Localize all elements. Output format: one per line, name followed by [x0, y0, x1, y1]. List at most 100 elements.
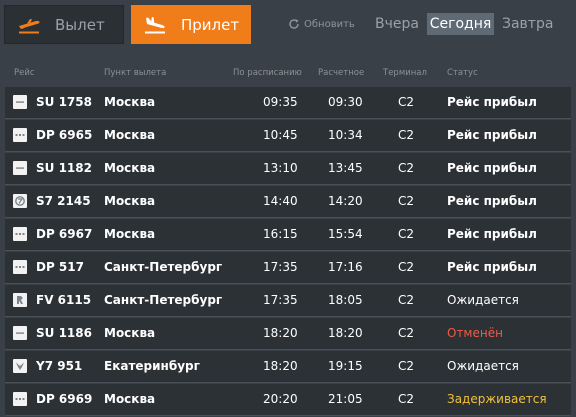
scheduled-time: 14:40	[263, 194, 298, 208]
plane-takeoff-icon	[17, 15, 41, 35]
estimated-time: 15:54	[328, 227, 363, 241]
col-estimated: Расчетное	[318, 68, 365, 78]
estimated-time: 14:20	[328, 194, 363, 208]
flights-table: SU 1758 Москва 09:35 09:30 C2 Рейс прибыл DP 6…	[5, 87, 571, 417]
scheduled-time: 10:45	[263, 128, 298, 142]
scheduled-time: 09:35	[263, 95, 298, 109]
arrivals-tab[interactable]: Прилет	[131, 5, 251, 44]
terminal: C2	[398, 260, 415, 274]
flight-number: SU 1186	[36, 326, 92, 340]
col-terminal: Терминал	[383, 68, 427, 78]
estimated-time: 09:30	[328, 95, 363, 109]
scheduled-time: 17:35	[263, 260, 298, 274]
refresh-icon	[288, 18, 300, 30]
estimated-time: 10:34	[328, 128, 363, 142]
day-today[interactable]: Сегодня	[427, 13, 494, 35]
table-row[interactable]: DP 6965 Москва 10:45 10:34 C2 Рейс прибыл	[5, 120, 571, 152]
table-row[interactable]: SU 1182 Москва 13:10 13:45 C2 Рейс прибыл	[5, 153, 571, 185]
scheduled-time: 13:10	[263, 161, 298, 175]
table-row[interactable]: Y7 951 Екатеринбург 18:20 19:15 C2 Ожидается	[5, 351, 571, 383]
flight-status: Рейс прибыл	[447, 227, 537, 241]
origin-city: Санкт-Петербург	[104, 293, 223, 307]
terminal: C2	[398, 227, 415, 241]
aeroflot-logo-icon	[13, 95, 27, 109]
scheduled-time: 20:20	[263, 392, 298, 406]
terminal: C2	[398, 194, 415, 208]
col-status: Статус	[447, 68, 478, 78]
pobeda-logo-icon	[13, 128, 27, 142]
flight-status: Рейс прибыл	[447, 95, 537, 109]
terminal: C2	[398, 326, 415, 340]
col-flight: Рейс	[14, 68, 35, 78]
scheduled-time: 16:15	[263, 227, 298, 241]
top-bar: Вылет Прилет Обновить Вчера Сегодня Завт…	[0, 0, 576, 52]
scheduled-time: 18:20	[263, 359, 298, 373]
flight-status: Ожидается	[447, 359, 519, 373]
day-yesterday[interactable]: Вчера	[372, 13, 422, 35]
plane-landing-icon	[143, 15, 167, 35]
table-row[interactable]: DP 517 Санкт-Петербург 17:35 17:16 C2 Рейс пр…	[5, 252, 571, 284]
scheduled-time: 17:35	[263, 293, 298, 307]
flight-number: SU 1182	[36, 161, 92, 175]
estimated-time: 21:05	[328, 392, 363, 406]
flight-status: Задерживается	[447, 392, 547, 406]
terminal: C2	[398, 128, 415, 142]
flight-status: Рейс прибыл	[447, 128, 537, 142]
table-row[interactable]: FV 6115 Санкт-Петербург 17:35 18:05 C2 Ожидае…	[5, 285, 571, 317]
flight-status: Рейс прибыл	[447, 161, 537, 175]
table-row[interactable]: DP 6967 Москва 16:15 15:54 C2 Рейс прибыл	[5, 219, 571, 251]
origin-city: Москва	[104, 194, 156, 208]
origin-city: Москва	[104, 128, 156, 142]
terminal: C2	[398, 95, 415, 109]
flight-number: DP 6967	[36, 227, 93, 241]
terminal: C2	[398, 293, 415, 307]
departures-tab-label: Вылет	[55, 15, 105, 34]
flight-number: DP 6969	[36, 392, 93, 406]
estimated-time: 17:16	[328, 260, 363, 274]
table-header: Рейс Пункт вылета По расписанию Расчетно…	[0, 66, 576, 82]
flight-status: Ожидается	[447, 293, 519, 307]
table-row[interactable]: DP 6969 Москва 20:20 21:05 C2 Задерживается	[5, 384, 571, 416]
origin-city: Москва	[104, 392, 156, 406]
origin-city: Москва	[104, 95, 156, 109]
flight-status: Отменён	[447, 326, 503, 340]
scheduled-time: 18:20	[263, 326, 298, 340]
ural-logo-icon	[13, 359, 27, 373]
refresh-button[interactable]: Обновить	[288, 18, 355, 30]
estimated-time: 13:45	[328, 161, 363, 175]
flight-number: DP 517	[36, 260, 84, 274]
pobeda-logo-icon	[13, 260, 27, 274]
estimated-time: 18:20	[328, 326, 363, 340]
flight-number: S7 2145	[36, 194, 91, 208]
flight-number: Y7 951	[36, 359, 83, 373]
terminal: C2	[398, 161, 415, 175]
table-row[interactable]: S7 2145 Москва 14:40 14:20 C2 Рейс прибыл	[5, 186, 571, 218]
col-scheduled: По расписанию	[233, 68, 302, 78]
departures-tab[interactable]: Вылет	[4, 5, 124, 44]
rossiya-logo-icon	[13, 293, 27, 307]
table-row[interactable]: SU 1758 Москва 09:35 09:30 C2 Рейс прибыл	[5, 87, 571, 119]
aeroflot-logo-icon	[13, 161, 27, 175]
s7-logo-icon	[13, 194, 27, 208]
estimated-time: 19:15	[328, 359, 363, 373]
estimated-time: 18:05	[328, 293, 363, 307]
origin-city: Москва	[104, 326, 156, 340]
origin-city: Санкт-Петербург	[104, 260, 223, 274]
flight-number: SU 1758	[36, 95, 92, 109]
pobeda-logo-icon	[13, 392, 27, 406]
flight-number: DP 6965	[36, 128, 93, 142]
origin-city: Москва	[104, 227, 156, 241]
table-row[interactable]: SU 1186 Москва 18:20 18:20 C2 Отменён	[5, 318, 571, 350]
aeroflot-logo-icon	[13, 326, 27, 340]
flight-status: Рейс прибыл	[447, 260, 537, 274]
terminal: C2	[398, 359, 415, 373]
refresh-label: Обновить	[304, 18, 355, 30]
flight-number: FV 6115	[36, 293, 92, 307]
day-tomorrow[interactable]: Завтра	[502, 13, 553, 35]
terminal: C2	[398, 392, 415, 406]
pobeda-logo-icon	[13, 227, 27, 241]
origin-city: Екатеринбург	[104, 359, 200, 373]
flight-status: Рейс прибыл	[447, 194, 537, 208]
col-origin: Пункт вылета	[104, 68, 167, 78]
origin-city: Москва	[104, 161, 156, 175]
